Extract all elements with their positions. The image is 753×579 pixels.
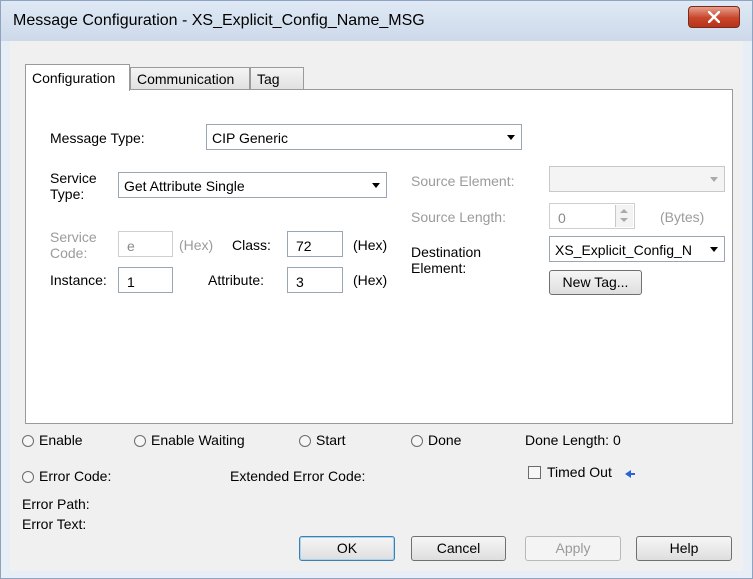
source-length-label: Source Length: bbox=[411, 209, 506, 225]
tab-label: Communication bbox=[137, 71, 235, 87]
close-icon bbox=[708, 11, 720, 23]
instance-value: 1 bbox=[127, 274, 135, 290]
start-radio bbox=[299, 435, 311, 447]
timed-out-checkbox[interactable] bbox=[528, 466, 541, 479]
destination-element-select[interactable]: XS_Explicit_Config_N bbox=[549, 236, 725, 262]
configuration-panel: Message Type: CIP Generic Service Type: … bbox=[25, 89, 733, 424]
service-type-value: Get Attribute Single bbox=[124, 178, 245, 194]
destination-label-line2: Element: bbox=[411, 260, 467, 276]
arrow-left-icon bbox=[625, 470, 635, 478]
new-tag-button[interactable]: New Tag... bbox=[549, 270, 642, 295]
destination-element-value: XS_Explicit_Config_N bbox=[555, 242, 692, 258]
error-code-label: Error Code: bbox=[39, 468, 112, 484]
source-length-unit: (Bytes) bbox=[660, 209, 705, 225]
ok-button[interactable]: OK bbox=[299, 536, 395, 561]
instance-field[interactable]: 1 bbox=[118, 267, 173, 293]
error-code-radio bbox=[22, 471, 34, 483]
class-unit: (Hex) bbox=[353, 237, 388, 253]
service-type-label-line2: Type: bbox=[50, 186, 85, 202]
dialog-client-area: Configuration Communication Tag Message … bbox=[10, 41, 743, 571]
chevron-down-icon bbox=[507, 135, 515, 140]
chevron-down-icon bbox=[710, 247, 718, 252]
chevron-down-icon bbox=[372, 183, 380, 188]
spin-up-icon bbox=[620, 209, 628, 213]
service-type-label-line1: Service bbox=[50, 170, 97, 186]
attribute-unit: (Hex) bbox=[353, 272, 388, 288]
class-value: 72 bbox=[296, 238, 312, 254]
window-title: Message Configuration - XS_Explicit_Conf… bbox=[13, 12, 425, 29]
extended-error-code-label: Extended Error Code: bbox=[230, 468, 366, 484]
message-type-label: Message Type: bbox=[50, 130, 145, 146]
service-code-unit: (Hex) bbox=[179, 237, 214, 253]
attribute-field[interactable]: 3 bbox=[287, 267, 343, 293]
message-type-select[interactable]: CIP Generic bbox=[206, 124, 522, 150]
enable-waiting-radio bbox=[134, 435, 146, 447]
chevron-down-icon bbox=[710, 177, 718, 182]
source-length-stepper[interactable]: 0 bbox=[549, 203, 635, 229]
start-label: Start bbox=[316, 432, 346, 448]
instance-label: Instance: bbox=[50, 272, 107, 288]
class-label: Class: bbox=[232, 237, 271, 253]
attribute-value: 3 bbox=[296, 274, 304, 290]
destination-label-line1: Destination bbox=[411, 244, 482, 260]
tab-label: Configuration bbox=[32, 70, 116, 86]
service-code-label-line2: Code: bbox=[50, 245, 88, 261]
service-code-label-line1: Service bbox=[50, 229, 97, 245]
tab-communication[interactable]: Communication bbox=[130, 67, 250, 90]
message-type-value: CIP Generic bbox=[212, 130, 288, 146]
attribute-label: Attribute: bbox=[208, 272, 265, 288]
source-element-label: Source Element: bbox=[411, 173, 515, 189]
done-label: Done bbox=[428, 432, 462, 448]
source-element-select[interactable] bbox=[549, 166, 725, 192]
spin-buttons[interactable] bbox=[615, 205, 633, 227]
service-code-value: e bbox=[127, 238, 135, 254]
enable-waiting-label: Enable Waiting bbox=[151, 432, 245, 448]
tab-configuration[interactable]: Configuration bbox=[25, 64, 130, 91]
enable-radio bbox=[22, 435, 34, 447]
enable-label: Enable bbox=[39, 432, 83, 448]
help-button[interactable]: Help bbox=[636, 536, 732, 561]
class-field[interactable]: 72 bbox=[287, 231, 343, 257]
error-text-label: Error Text: bbox=[22, 516, 87, 532]
cancel-button[interactable]: Cancel bbox=[411, 536, 506, 561]
source-length-value: 0 bbox=[558, 210, 566, 226]
tab-tag[interactable]: Tag bbox=[250, 67, 304, 90]
spin-down-icon bbox=[620, 218, 628, 222]
done-radio bbox=[411, 435, 423, 447]
apply-button[interactable]: Apply bbox=[525, 536, 621, 561]
error-path-label: Error Path: bbox=[22, 496, 90, 512]
timed-out-label: Timed Out bbox=[547, 464, 612, 480]
message-configuration-dialog: Message Configuration - XS_Explicit_Conf… bbox=[0, 0, 753, 579]
close-button[interactable] bbox=[688, 6, 740, 28]
tab-label: Tag bbox=[257, 71, 280, 87]
title-bar[interactable]: Message Configuration - XS_Explicit_Conf… bbox=[1, 1, 752, 41]
done-length-label: Done Length: 0 bbox=[525, 432, 621, 448]
service-type-select[interactable]: Get Attribute Single bbox=[118, 172, 387, 198]
service-code-field[interactable]: e bbox=[118, 231, 173, 257]
